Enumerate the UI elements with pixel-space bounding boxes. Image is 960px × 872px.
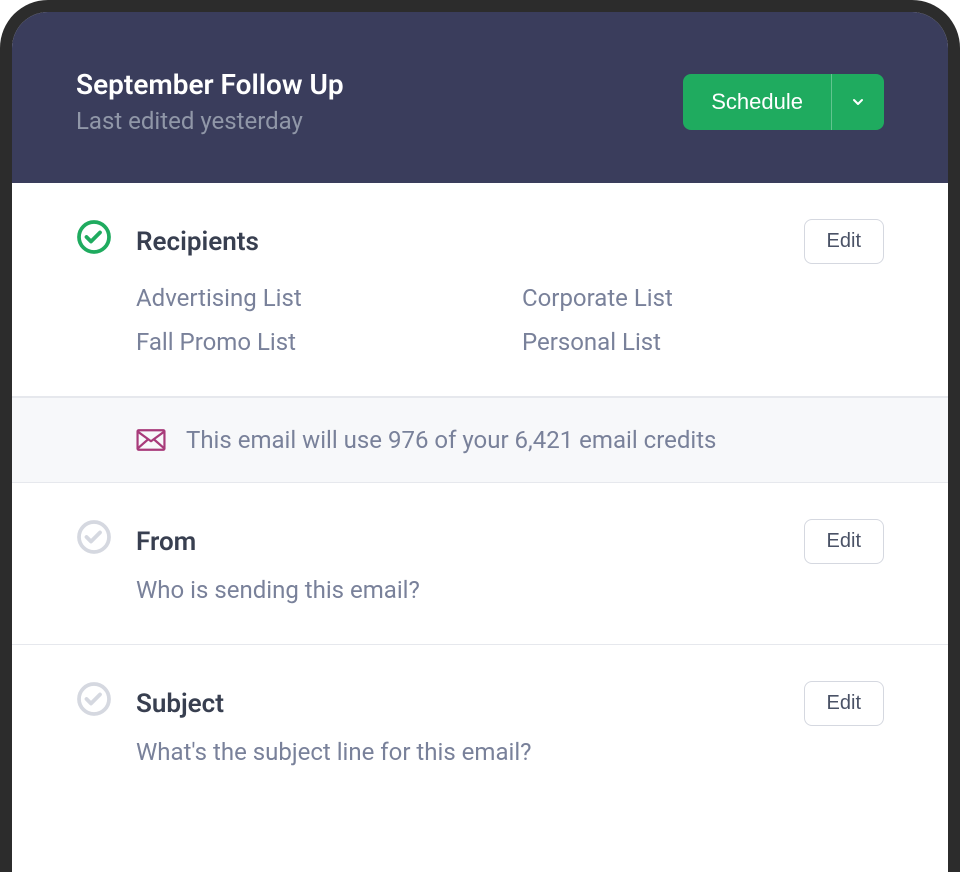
subject-subtitle: What's the subject line for this email? [136,738,884,766]
from-subtitle: Who is sending this email? [136,576,884,604]
envelope-icon [136,429,166,451]
subject-title: Subject [136,689,224,719]
check-circle-outline-icon [76,519,112,555]
device-frame: September Follow Up Last edited yesterda… [0,0,960,872]
recipients-status-complete [76,219,112,255]
recipient-item: Advertising List [136,284,498,312]
page-title: September Follow Up [76,68,344,101]
section-from: From Edit Who is sending this email? [12,483,948,645]
recipient-item: Corporate List [522,284,884,312]
subject-edit-button[interactable]: Edit [804,681,884,726]
recipients-edit-button[interactable]: Edit [804,219,884,264]
section-recipients: Recipients Edit Advertising List Corpora… [12,183,948,397]
schedule-dropdown-button[interactable] [832,74,884,130]
from-title: From [136,527,196,557]
recipients-title: Recipients [136,227,259,257]
header: September Follow Up Last edited yesterda… [12,12,948,183]
schedule-button-group: Schedule [683,74,884,130]
credits-text: This email will use 976 of your 6,421 em… [186,426,716,454]
chevron-down-icon [850,94,866,110]
check-circle-outline-icon [76,681,112,717]
from-status-incomplete [76,519,112,555]
recipient-item: Fall Promo List [136,328,498,356]
schedule-button[interactable]: Schedule [683,74,832,130]
recipients-list: Advertising List Corporate List Fall Pro… [136,284,884,356]
credits-banner: This email will use 976 of your 6,421 em… [12,397,948,483]
content-area: Recipients Edit Advertising List Corpora… [12,183,948,806]
from-edit-button[interactable]: Edit [804,519,884,564]
header-left: September Follow Up Last edited yesterda… [76,68,344,135]
section-subject: Subject Edit What's the subject line for… [12,645,948,806]
recipient-item: Personal List [522,328,884,356]
check-circle-icon [76,219,112,255]
page-subtitle: Last edited yesterday [76,107,344,135]
subject-status-incomplete [76,681,112,717]
